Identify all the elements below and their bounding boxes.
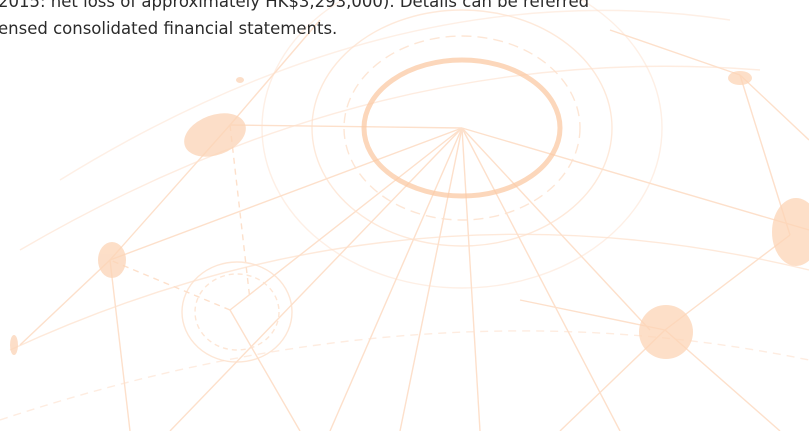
paragraph-line: 2015: net loss of approximately HK$3,293… [0, 0, 590, 11]
body-paragraph: 2015: net loss of approximately HK$3,293… [0, 0, 798, 42]
document-page: 2015: net loss of approximately HK$3,293… [0, 0, 809, 431]
globe-network-watermark [0, 0, 809, 431]
paragraph-line: ensed consolidated financial statements. [0, 19, 338, 38]
